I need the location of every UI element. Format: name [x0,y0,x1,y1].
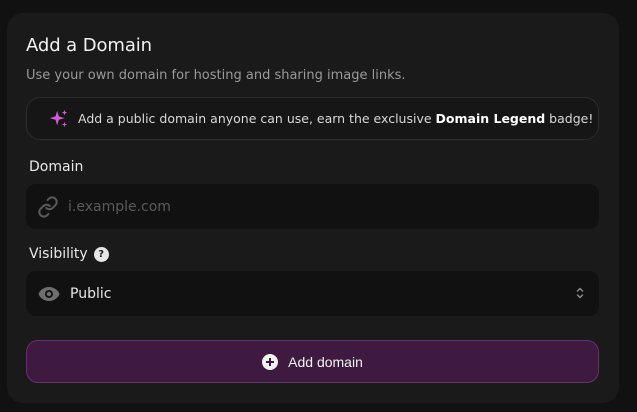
domain-legend-banner: Add a public domain anyone can use, earn… [26,97,599,140]
add-domain-label: Add domain [288,353,363,370]
card-title: Add a Domain [26,35,152,56]
domain-label: Domain [29,159,84,175]
sparkles-icon [49,109,68,127]
add-domain-card: Add a Domain Use your own domain for hos… [7,13,619,403]
domain-field[interactable] [26,184,599,229]
add-domain-button[interactable]: Add domain [26,340,599,383]
link-icon [38,195,58,218]
visibility-select[interactable]: Public [26,271,599,316]
visibility-label-row: Visibility ? [29,246,109,262]
visibility-label: Visibility [29,246,88,262]
visibility-selected-value: Public [70,285,112,302]
domain-input[interactable] [68,198,548,215]
card-subtitle: Use your own domain for hosting and shar… [26,68,406,83]
question-circle-icon[interactable]: ? [93,246,109,262]
eye-icon [38,286,60,301]
plus-circle-icon [262,353,279,370]
banner-text: Add a public domain anyone can use, earn… [78,111,594,126]
badge-name: Domain Legend [435,111,546,126]
chevron-up-down-icon [576,287,584,299]
